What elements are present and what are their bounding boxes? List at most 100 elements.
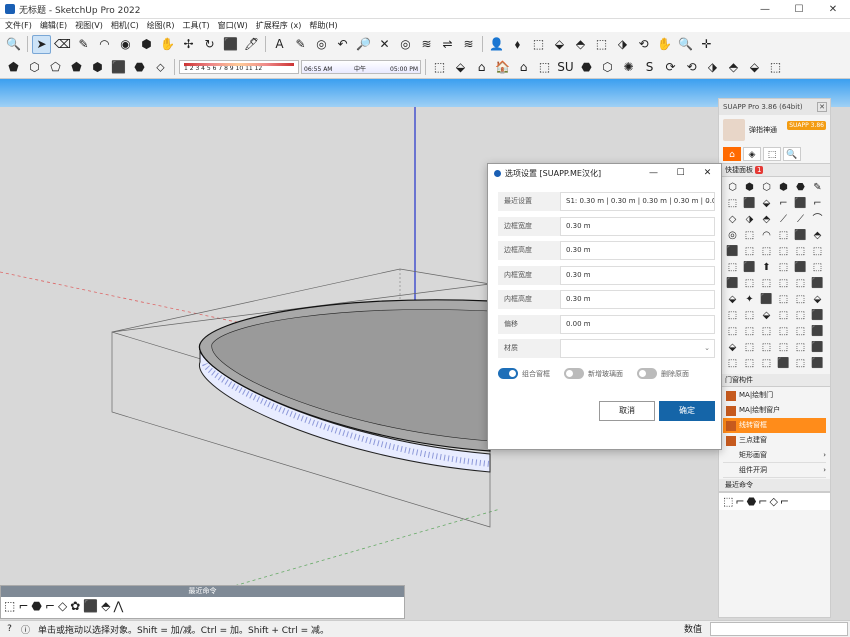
menu-draw[interactable]: 绘图(R) xyxy=(147,19,175,32)
view-style-icon[interactable]: ⬠ xyxy=(46,58,65,77)
avatar[interactable] xyxy=(723,119,745,141)
suapp-tool-icon[interactable]: ⬗ xyxy=(742,212,757,227)
toolbar-tool-icon[interactable]: ◠ xyxy=(95,35,114,54)
quick-panel-header[interactable]: 快捷面板 1 xyxy=(719,164,830,177)
toolbar-tool-icon[interactable]: A xyxy=(270,35,289,54)
toolbar-tool-icon[interactable]: 🔎 xyxy=(354,35,373,54)
measurements-box[interactable] xyxy=(710,622,848,636)
text-field[interactable]: 0.30 m xyxy=(560,216,715,236)
suapp-tool-icon[interactable]: ⬢ xyxy=(776,180,791,195)
toggle-switch[interactable] xyxy=(498,368,518,379)
suapp-tool-icon[interactable]: ◇ xyxy=(725,212,740,227)
view-style-icon[interactable]: ⬣ xyxy=(130,58,149,77)
select-field[interactable]: S1: 0.30 m | 0.30 m | 0.30 m | 0.30 m | … xyxy=(560,192,715,211)
help-circle-icon[interactable]: ? xyxy=(3,624,16,634)
suapp-tool-icon[interactable]: ⬚ xyxy=(793,244,808,259)
extension-tool-icon[interactable]: ⬚ xyxy=(430,58,449,77)
close-button[interactable]: ✕ xyxy=(816,0,850,19)
menu-edit[interactable]: 编辑(E) xyxy=(40,19,67,32)
toolbar-tool-icon[interactable]: ⬧ xyxy=(508,35,527,54)
suapp-tool-icon[interactable]: ⬚ xyxy=(776,292,791,307)
suapp-tool-icon[interactable]: ⬙ xyxy=(759,196,774,211)
suapp-tool-icon[interactable]: ⬚ xyxy=(793,356,808,371)
extension-tool-icon[interactable]: ⬡ xyxy=(598,58,617,77)
suapp-tool-icon[interactable]: ⬛ xyxy=(810,324,825,339)
doors-section-header[interactable]: 门窗构件 xyxy=(719,374,830,387)
dialog-maximize-button[interactable]: ☐ xyxy=(667,164,694,182)
ok-button[interactable]: 确定 xyxy=(659,401,715,421)
toolbar-tool-icon[interactable]: ✛ xyxy=(697,35,716,54)
toolbar-tool-icon[interactable]: ⬢ xyxy=(137,35,156,54)
suapp-tool-icon[interactable]: ⬚ xyxy=(759,244,774,259)
extension-tool-icon[interactable]: ⬘ xyxy=(724,58,743,77)
extension-tool-icon[interactable]: ⌂ xyxy=(472,58,491,77)
text-field[interactable]: 0.30 m xyxy=(560,265,715,285)
toolbar-tool-icon[interactable]: ➤ xyxy=(32,34,51,54)
toolbar-tool-icon[interactable]: ✎ xyxy=(74,35,93,54)
suapp-tool-icon[interactable]: ⬛ xyxy=(793,196,808,211)
toolbar-tool-icon[interactable]: ⬚ xyxy=(592,35,611,54)
toolbar-tool-icon[interactable]: ◎ xyxy=(312,35,331,54)
toolbar-tool-icon[interactable]: ⌫ xyxy=(53,35,72,54)
suapp-tool-icon[interactable]: ⬚ xyxy=(725,324,740,339)
extension-tool-icon[interactable]: ⬣ xyxy=(577,58,596,77)
suapp-tool-icon[interactable]: ⬙ xyxy=(810,292,825,307)
recent-command-icon[interactable]: ⌐ xyxy=(45,599,55,613)
menu-extensions[interactable]: 扩展程序 (x) xyxy=(256,19,302,32)
suapp-tool-icon[interactable]: ✎ xyxy=(810,180,825,195)
suapp-tool-icon[interactable]: ⬚ xyxy=(759,276,774,291)
toolbar-tool-icon[interactable]: 🖊 xyxy=(242,35,261,54)
dialog-close-button[interactable]: ✕ xyxy=(694,164,721,182)
suapp-tool-icon[interactable]: ⬡ xyxy=(759,180,774,195)
recent-command-icon[interactable]: ⬛ xyxy=(83,599,98,613)
extension-tool-icon[interactable]: ⬙ xyxy=(451,58,470,77)
menu-window[interactable]: 窗口(W) xyxy=(218,19,248,32)
list-item[interactable]: MA|绘制窗户 xyxy=(723,403,826,418)
toolbar-tool-icon[interactable]: 🔍 xyxy=(676,35,695,54)
suapp-tool-icon[interactable]: ⬚ xyxy=(742,340,757,355)
suapp-tool-icon[interactable]: ⬛ xyxy=(810,356,825,371)
extension-tool-icon[interactable]: ⟲ xyxy=(682,58,701,77)
view-style-icon[interactable]: ⬛ xyxy=(109,58,128,77)
list-item[interactable]: 矩形画窗 › xyxy=(723,448,826,463)
version-badge[interactable]: SUAPP 3.86 xyxy=(787,121,826,130)
toggle-option[interactable]: 删除原面 xyxy=(637,368,689,379)
recent-command-icon[interactable]: ◇ xyxy=(769,495,777,508)
suapp-tool-icon[interactable]: ⬛ xyxy=(810,308,825,323)
toggle-switch[interactable] xyxy=(564,368,584,379)
toggle-switch[interactable] xyxy=(637,368,657,379)
suapp-tool-icon[interactable]: ⬚ xyxy=(725,196,740,211)
list-item[interactable]: 三点建窗 xyxy=(723,433,826,448)
recent-command-icon[interactable]: ⬘ xyxy=(101,599,110,613)
view-style-icon[interactable]: ⬦ xyxy=(151,58,170,77)
suapp-tool-icon[interactable]: ⬛ xyxy=(725,244,740,259)
suapp-tool-icon[interactable]: ⬚ xyxy=(759,324,774,339)
recent-command-icon[interactable]: ⌐ xyxy=(758,495,767,508)
suapp-tool-icon[interactable]: ⬚ xyxy=(742,308,757,323)
shadow-time-slider[interactable]: 06:55 AM 中午 05:00 PM xyxy=(301,60,421,74)
menu-file[interactable]: 文件(F) xyxy=(5,19,32,32)
list-item[interactable]: 线转窗框 xyxy=(723,418,826,433)
suapp-tool-icon[interactable]: ✦ xyxy=(742,292,757,307)
suapp-tool-icon[interactable]: ⬘ xyxy=(810,228,825,243)
toolbar-tool-icon[interactable]: ✋ xyxy=(158,35,177,54)
suapp-tool-icon[interactable]: ⬛ xyxy=(810,340,825,355)
suapp-tool-icon[interactable]: ⬙ xyxy=(725,340,740,355)
toolbar-tool-icon[interactable]: ◎ xyxy=(396,35,415,54)
suapp-tool-icon[interactable]: ⬚ xyxy=(742,324,757,339)
suapp-tool-icon[interactable]: ⬚ xyxy=(742,356,757,371)
toolbar-tool-icon[interactable]: 🔍 xyxy=(4,35,23,54)
recent-command-icon[interactable]: ⬣ xyxy=(31,599,41,613)
suapp-tool-icon[interactable]: ⬣ xyxy=(793,180,808,195)
recent-command-icon[interactable]: ✿ xyxy=(70,599,80,613)
components-tab-icon[interactable]: ⬚ xyxy=(763,147,781,161)
extension-tool-icon[interactable]: S xyxy=(640,58,659,77)
search-tab-icon[interactable]: 🔍 xyxy=(783,147,801,161)
menu-view[interactable]: 视图(V) xyxy=(75,19,103,32)
suapp-tool-icon[interactable]: ⬘ xyxy=(759,212,774,227)
layers-tab-icon[interactable]: ◈ xyxy=(743,147,761,161)
home-tab-icon[interactable]: ⌂ xyxy=(723,147,741,161)
suapp-tool-icon[interactable]: ⬚ xyxy=(793,292,808,307)
recent-command-icon[interactable]: ◇ xyxy=(58,599,67,613)
recent-command-icon[interactable]: ⋀ xyxy=(113,599,123,613)
